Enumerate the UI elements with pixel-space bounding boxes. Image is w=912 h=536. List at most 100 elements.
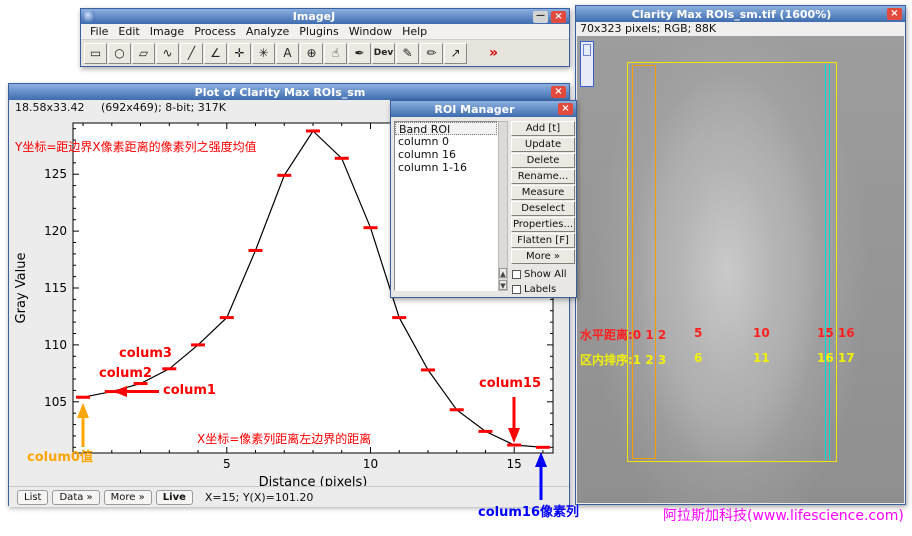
more-button[interactable]: More » [104, 490, 152, 505]
imagej-menubar: File Edit Image Process Analyze Plugins … [81, 24, 569, 40]
distance-10-label: 10 [753, 326, 770, 340]
polygon-tool-icon[interactable]: ▱ [132, 43, 155, 64]
wand-tool-icon[interactable]: ✳ [252, 43, 275, 64]
live-button[interactable]: Live [156, 490, 193, 505]
roi-list-item[interactable]: column 1-16 [395, 161, 497, 174]
flatten-button[interactable]: Flatten [F] [511, 233, 575, 248]
y-axis-note: Y坐标=距边界X像素距离的像素列之强度均值 [15, 141, 257, 154]
rename-button[interactable]: Rename... [511, 169, 575, 184]
color-picker-tool-icon[interactable]: ✒ [348, 43, 371, 64]
plot-controls: List Data » More » Live X=15; Y(X)=101.2… [9, 486, 569, 507]
colum1-arrow-icon [113, 385, 161, 398]
show-all-label: Show All [524, 269, 567, 280]
menu-image[interactable]: Image [145, 24, 189, 39]
data-button[interactable]: Data » [52, 490, 99, 505]
imagej-toolbar: ▭ ○ ▱ ∿ ╱ ∠ ✛ ✳ A ⊕ ☝ ✒ Dev ✎ ✏ ↗ » [81, 40, 569, 66]
svg-text:125: 125 [44, 167, 67, 181]
arrow-tool-icon[interactable]: ↗ [444, 43, 467, 64]
colum16-arrow-icon [534, 452, 548, 500]
deselect-button[interactable]: Deselect [511, 201, 575, 216]
close-button[interactable]: × [551, 11, 566, 23]
colum0-arrow-icon [76, 403, 90, 447]
roi-manager-titlebar[interactable]: ROI Manager × [391, 101, 576, 117]
freehand-tool-icon[interactable]: ∿ [156, 43, 179, 64]
hand-tool-icon[interactable]: ☝ [324, 43, 347, 64]
image-canvas[interactable]: 水平距离:0 1 2 5 10 15 16 区内排序:1 2 3 6 11 16… [577, 36, 904, 503]
imagej-window: ImageJ — × File Edit Image Process Analy… [80, 8, 570, 67]
image-status-bar: 70x323 pixels; RGB; 88K [576, 22, 905, 36]
horizontal-distance-label: 水平距离:0 1 2 [580, 326, 666, 343]
point-tool-icon[interactable]: ✛ [228, 43, 251, 64]
more-tools-icon[interactable]: » [482, 43, 505, 64]
checkbox-icon[interactable] [512, 270, 521, 279]
order-label: 区内排序:1 2 3 [580, 351, 666, 368]
roi-band-overlay[interactable] [627, 62, 837, 462]
minimize-button[interactable]: — [533, 11, 548, 23]
colum16-label: colum16像素列 [478, 506, 579, 520]
roi-manager-title: ROI Manager [394, 103, 555, 116]
plot-titlebar[interactable]: Plot of Clarity Max ROIs_sm × [9, 84, 569, 100]
colum15-arrow-icon [507, 397, 521, 443]
close-button[interactable]: × [551, 86, 566, 98]
plot-image-info: (692x469); 8-bit; 317K [101, 101, 226, 114]
roi-list-item[interactable]: column 0 [395, 135, 497, 148]
menu-analyze[interactable]: Analyze [241, 24, 294, 39]
scroll-down-icon[interactable]: ▼ [499, 280, 507, 290]
roi-list-item[interactable]: Band ROI [395, 122, 497, 135]
colum3-label: colum3 [119, 347, 172, 361]
menu-process[interactable]: Process [189, 24, 241, 39]
roi-list-item[interactable]: column 16 [395, 148, 497, 161]
image-titlebar[interactable]: Clarity Max ROIs_sm.tif (1600%) × [576, 6, 905, 22]
svg-text:120: 120 [44, 224, 67, 238]
svg-text:5: 5 [223, 457, 231, 471]
menu-plugins[interactable]: Plugins [294, 24, 343, 39]
dev-menu-tool[interactable]: Dev [372, 43, 395, 64]
scroll-up-icon[interactable]: ▲ [499, 268, 507, 278]
rectangle-tool-icon[interactable]: ▭ [84, 43, 107, 64]
svg-text:105: 105 [44, 395, 67, 409]
pencil-tool-icon[interactable]: ✎ [396, 43, 419, 64]
svg-text:110: 110 [44, 338, 67, 352]
svg-text:Distance (pixels): Distance (pixels) [259, 475, 368, 486]
menu-window[interactable]: Window [344, 24, 397, 39]
oval-tool-icon[interactable]: ○ [108, 43, 131, 64]
close-button[interactable]: × [558, 103, 573, 115]
add-button[interactable]: Add [t] [511, 121, 575, 136]
more-button[interactable]: More » [511, 249, 575, 264]
line-tool-icon[interactable]: ╱ [180, 43, 203, 64]
image-title: Clarity Max ROIs_sm.tif (1600%) [579, 8, 884, 21]
roi-list-scrollbar[interactable]: ▲ ▼ [498, 121, 508, 291]
brush-tool-icon[interactable]: ✏ [420, 43, 443, 64]
roi-column0-overlay[interactable] [632, 65, 656, 459]
update-button[interactable]: Update [511, 137, 575, 152]
properties-button[interactable]: Properties... [511, 217, 575, 232]
svg-text:15: 15 [507, 457, 522, 471]
colum1-label: colum1 [163, 384, 216, 398]
zoom-tool-icon[interactable]: ⊕ [300, 43, 323, 64]
zoom-indicator-viewport [583, 44, 591, 56]
labels-label: Labels [524, 284, 556, 295]
imagej-titlebar[interactable]: ImageJ — × [81, 9, 569, 24]
close-button[interactable]: × [887, 8, 902, 20]
menu-help[interactable]: Help [397, 24, 432, 39]
roi-manager-window: ROI Manager × Band ROI column 0 column 1… [390, 100, 577, 298]
menu-edit[interactable]: Edit [113, 24, 144, 39]
roi-list[interactable]: Band ROI column 0 column 16 column 1-16 [394, 121, 498, 291]
delete-button[interactable]: Delete [511, 153, 575, 168]
show-all-checkbox[interactable]: Show All [512, 269, 567, 280]
labels-checkbox[interactable]: Labels [512, 284, 556, 295]
distance-5-label: 5 [694, 326, 702, 340]
text-tool-icon[interactable]: A [276, 43, 299, 64]
checkbox-icon[interactable] [512, 285, 521, 294]
colum0-label: colum0值 [27, 451, 93, 465]
measure-button[interactable]: Measure [511, 185, 575, 200]
order-11-label: 11 [753, 351, 770, 365]
menu-file[interactable]: File [85, 24, 113, 39]
order-6-label: 6 [694, 351, 702, 365]
angle-tool-icon[interactable]: ∠ [204, 43, 227, 64]
desktop: ImageJ — × File Edit Image Process Analy… [0, 0, 912, 536]
list-button[interactable]: List [17, 490, 48, 505]
roi-column16-overlay[interactable] [825, 64, 830, 460]
watermark-text: 阿拉斯加科技(www.lifescience.com) [663, 505, 904, 525]
svg-text:115: 115 [44, 281, 67, 295]
